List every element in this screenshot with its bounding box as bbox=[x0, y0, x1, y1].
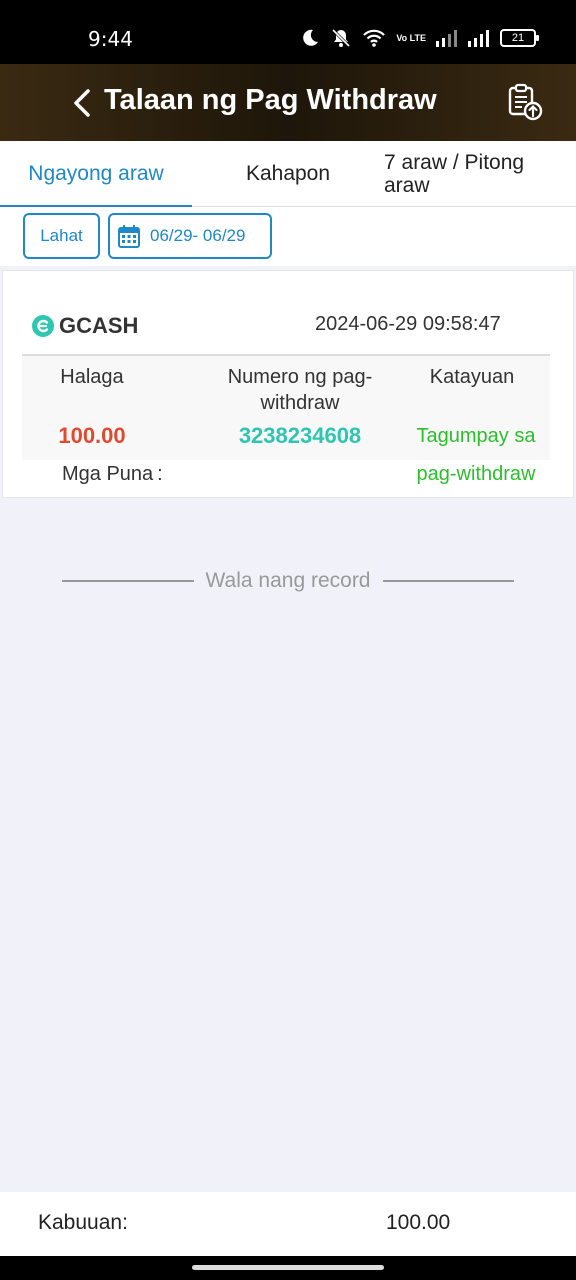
battery-icon: 21 bbox=[500, 29, 539, 47]
payment-method: GCASH bbox=[31, 313, 138, 339]
system-nav-bar bbox=[0, 1256, 576, 1280]
status-column: Katayuan bbox=[400, 364, 544, 390]
tab-seven-days[interactable]: 7 araw / Pitong araw bbox=[384, 141, 564, 207]
no-more-records: Wala nang record bbox=[62, 566, 515, 596]
gcash-logo-icon bbox=[32, 315, 54, 337]
filter-all-button[interactable]: Lahat bbox=[23, 213, 100, 259]
status-bar: 9:44 Vo LTE 21 bbox=[0, 0, 576, 64]
no-more-records-text: Wala nang record bbox=[205, 569, 371, 592]
date-range-label: 06/29- 06/29 bbox=[150, 226, 246, 245]
amount-column: Halaga bbox=[22, 364, 162, 390]
withdraw-number-column: Numero ng pag-withdraw bbox=[190, 364, 410, 416]
withdraw-number-label: Numero ng pag-withdraw bbox=[227, 366, 373, 414]
back-arrow-icon[interactable] bbox=[70, 88, 94, 118]
filter-row: Lahat 06/29- 06/29 bbox=[0, 207, 576, 266]
home-indicator[interactable] bbox=[192, 1265, 384, 1270]
status-time: 9:44 bbox=[88, 27, 133, 51]
clipboard-upload-icon[interactable] bbox=[506, 82, 544, 122]
page-header: Talaan ng Pag Withdraw bbox=[0, 64, 576, 141]
remarks: Mga Puna: bbox=[62, 463, 163, 486]
date-range-button[interactable]: 06/29- 06/29 bbox=[108, 213, 272, 259]
amount-label: Halaga bbox=[60, 366, 124, 388]
tab-today[interactable]: Ngayong araw bbox=[0, 141, 192, 208]
remarks-separator: : bbox=[157, 463, 163, 485]
remarks-label: Mga Puna bbox=[62, 463, 154, 485]
status-label: Katayuan bbox=[429, 366, 515, 388]
withdraw-number-value: 3238234608 bbox=[238, 423, 362, 448]
status-icons: Vo LTE 21 bbox=[300, 25, 539, 51]
page-title: Talaan ng Pag Withdraw bbox=[104, 84, 437, 116]
divider-right bbox=[382, 580, 515, 582]
date-tabs: Ngayong araw Kahapon 7 araw / Pitong ara… bbox=[0, 141, 576, 208]
total-footer: Kabuuan: 100.00 bbox=[0, 1192, 576, 1256]
amount-value: 100.00 bbox=[58, 423, 126, 448]
signal-icon-2 bbox=[468, 30, 489, 47]
total-label: Kabuuan: bbox=[38, 1211, 128, 1234]
payment-method-name: GCASH bbox=[59, 313, 139, 338]
divider-left bbox=[62, 580, 194, 582]
tab-yesterday[interactable]: Kahapon bbox=[192, 141, 384, 207]
signal-icon bbox=[436, 30, 457, 47]
wifi-icon bbox=[363, 29, 386, 47]
record-datetime: 2024-06-29 09:58:47 bbox=[315, 313, 501, 335]
volte-indicator: Vo LTE bbox=[396, 32, 426, 43]
calendar-icon bbox=[118, 225, 140, 248]
total-value: 100.00 bbox=[386, 1211, 451, 1234]
status-value: Tagumpay sa pag-withdraw bbox=[416, 425, 536, 485]
moon-icon bbox=[303, 29, 319, 46]
mute-bell-icon bbox=[332, 28, 351, 48]
